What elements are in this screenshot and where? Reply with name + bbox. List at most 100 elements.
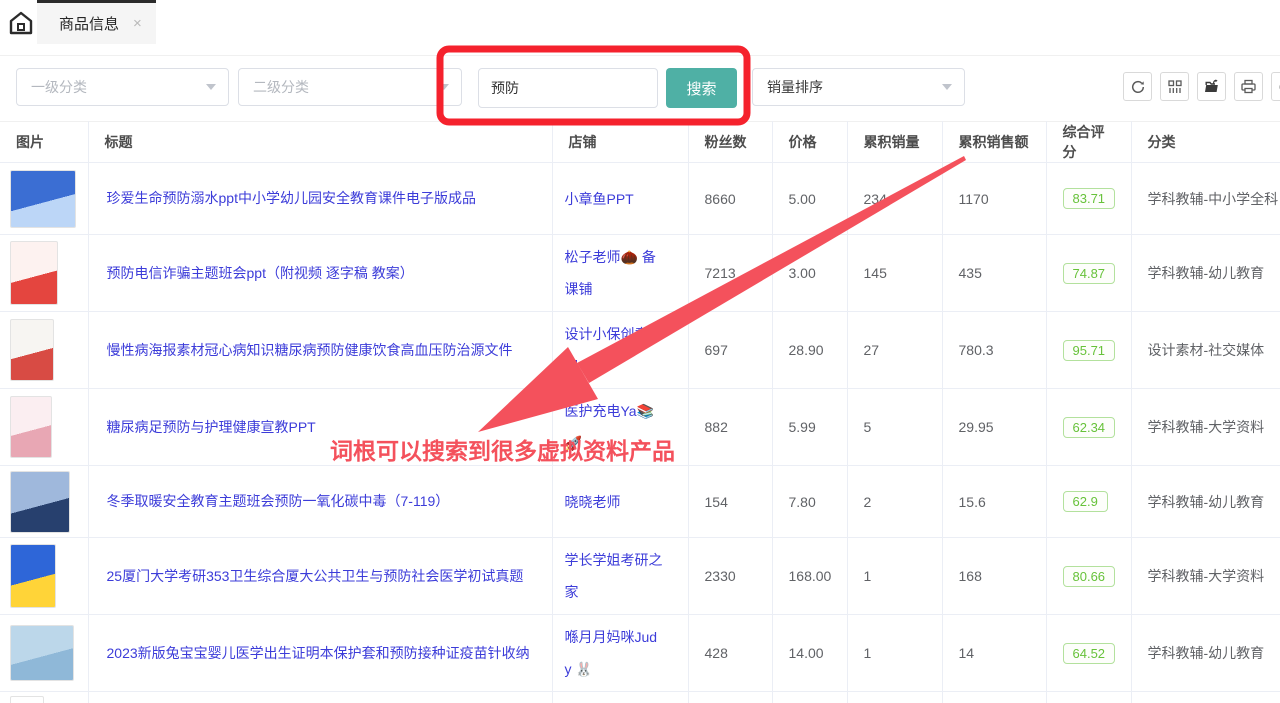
cumulative-sales-amount: 1170 [942,163,1046,235]
column-header: 分类 [1131,122,1280,163]
product-title-link[interactable]: 预防电信诈骗主题班会ppt（附视频 逐字稿 教案） [107,265,414,281]
tab-label: 商品信息 [59,13,119,34]
column-header: 图片 [0,122,88,163]
cumulative-sales-amount: 15.6 [942,466,1046,538]
product-title-link[interactable]: 2023新版兔宝宝婴儿医学出生证明本保护套和预防接种证疫苗针收纳 [107,645,530,661]
print-button[interactable] [1234,72,1263,101]
product-thumbnail[interactable] [10,396,52,458]
cumulative-sales: 5 [847,389,942,466]
fans-count: 8660 [688,163,772,235]
columns-icon [1167,79,1183,95]
tab-product-info[interactable]: 商品信息 × [37,0,156,44]
product-table: 图片标题店铺粉丝数价格累积销量累积销售额综合评分分类 珍爱生命预防溺水ppt中小… [0,121,1280,703]
shop-link[interactable]: 学长学姐考研之家 [565,552,663,600]
product-title-link[interactable]: 珍爱生命预防溺水ppt中小学幼儿园安全教育课件电子版成品 [107,190,476,206]
category: 学科教辅-大学资料 [1131,389,1280,466]
score-badge: 64.52 [1063,643,1116,664]
secondary-category-select[interactable]: 二级分类 [238,68,462,106]
column-header: 店铺 [552,122,688,163]
fans-count: 882 [688,389,772,466]
cumulative-sales: 2 [847,466,942,538]
cumulative-sales-amount: 14 [942,615,1046,692]
table-row: 糖尿病足预防与护理健康宣教PPT医护充电Ya📚 🚀8825.99529.9562… [0,389,1280,466]
search-button[interactable]: 搜索 [666,68,737,108]
cumulative-sales-amount: 780.3 [942,312,1046,389]
product-thumbnail[interactable] [10,625,74,681]
more-button[interactable] [1271,72,1280,101]
shop-link[interactable]: 医护充电Ya📚 🚀 [565,403,655,451]
shop-link[interactable]: 小章鱼PPT [565,191,634,207]
cumulative-sales-amount: 0 [942,692,1046,703]
fans-count: 2527 [688,692,772,703]
primary-category-placeholder: 一级分类 [31,77,87,97]
table-row: 预防电信诈骗主题班会ppt（附视频 逐字稿 教案）松子老师🌰 备课铺72133.… [0,235,1280,312]
export-button[interactable] [1197,72,1226,101]
category: 学科教辅-幼儿教育 [1131,235,1280,312]
chevron-down-icon [439,84,449,90]
product-title-link[interactable]: 冬季取暖安全教育主题班会预防一氧化碳中毒（7-119） [107,493,450,509]
price: 2.00 [772,692,847,703]
fans-count: 697 [688,312,772,389]
home-icon[interactable] [8,10,34,36]
price: 14.00 [772,615,847,692]
product-thumbnail[interactable] [10,544,56,608]
cumulative-sales: 27 [847,312,942,389]
search-input[interactable] [478,68,658,108]
price: 7.80 [772,466,847,538]
shop-link[interactable]: 设计小保创意标识 [565,326,663,374]
secondary-category-placeholder: 二级分类 [253,77,309,97]
price: 168.00 [772,538,847,615]
category: 学科教辅-幼儿教育 [1131,466,1280,538]
product-thumbnail[interactable] [10,471,70,533]
shop-link[interactable]: 松子老师🌰 备课铺 [565,249,656,297]
close-icon[interactable]: × [133,16,142,31]
cumulative-sales: 1 [847,538,942,615]
price: 28.90 [772,312,847,389]
product-title-link[interactable]: 慢性病海报素材冠心病知识糖尿病预防健康饮食高血压防治源文件 [107,342,513,358]
cumulative-sales-amount: 168 [942,538,1046,615]
category: 学科教辅-幼儿教育 [1131,615,1280,692]
column-header: 标题 [88,122,552,163]
category: 设计素材-社交媒体 [1131,312,1280,389]
category: 学科教辅-高等教育 [1131,692,1280,703]
column-header: 累积销量 [847,122,942,163]
product-title-link[interactable]: 25厦门大学考研353卫生综合厦大公共卫生与预防社会医学初试真题 [107,568,524,584]
column-header: 价格 [772,122,847,163]
sort-select[interactable]: 销量排序 [752,68,965,106]
shop-link[interactable]: 喺月月妈咪Judy 🐰 [565,629,658,677]
cumulative-sales: 145 [847,235,942,312]
cumulative-sales: 1 [847,615,942,692]
table-row: 慢性病海报素材冠心病知识糖尿病预防健康饮食高血压防治源文件 设计小保创意标识 697… [0,312,1280,389]
price: 5.99 [772,389,847,466]
fans-count: 2330 [688,538,772,615]
divider [0,55,1280,56]
table-body: 珍爱生命预防溺水ppt中小学幼儿园安全教育课件电子版成品 小章鱼PPT 8660 5.… [0,163,1280,703]
cumulative-sales: 234 [847,163,942,235]
product-title-link[interactable]: 糖尿病足预防与护理健康宣教PPT [107,419,316,435]
shop-link[interactable]: 晓晓老师 [565,494,621,510]
score-badge: 62.9 [1063,491,1108,512]
refresh-button[interactable] [1123,72,1152,101]
column-header: 粉丝数 [688,122,772,163]
tab-bar: 商品信息 × [0,0,1280,44]
print-icon [1240,78,1257,95]
product-thumbnail[interactable] [10,319,54,381]
product-thumbnail[interactable] [10,170,76,228]
sort-select-value: 销量排序 [767,77,823,97]
score-badge: 62.34 [1063,417,1116,438]
primary-category-select[interactable]: 一级分类 [16,68,229,106]
toolbar [1123,72,1280,101]
table-row: 25厦门大学考研353卫生综合厦大公共卫生与预防社会医学初试真题 学长学姐考研之家… [0,538,1280,615]
score-badge: 74.87 [1063,263,1116,284]
columns-button[interactable] [1160,72,1189,101]
score-badge: 80.66 [1063,566,1116,587]
score-badge: 95.71 [1063,340,1116,361]
product-thumbnail[interactable] [10,696,44,703]
table-row: 预防医学 大学期末考试复习笔记知识点总结题库电子版华华资料库25272.0000… [0,692,1280,703]
cumulative-sales-amount: 435 [942,235,1046,312]
category: 学科教辅-大学资料 [1131,538,1280,615]
fans-count: 7213 [688,235,772,312]
fans-count: 428 [688,615,772,692]
table-header-row: 图片标题店铺粉丝数价格累积销量累积销售额综合评分分类 [0,122,1280,163]
product-thumbnail[interactable] [10,241,58,305]
